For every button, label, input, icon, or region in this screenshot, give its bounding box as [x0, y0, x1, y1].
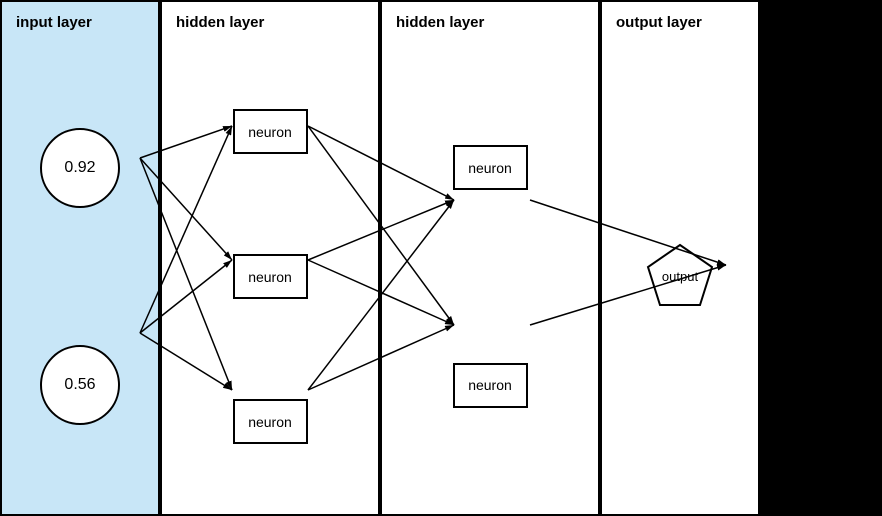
hidden-1-neuron-2: neuron	[233, 254, 308, 299]
input-layer-title: input layer	[2, 2, 100, 39]
hidden-1-nodes: neuron neuron neuron	[162, 39, 378, 514]
input-nodes: 0.92 0.56	[2, 39, 158, 514]
output-label: output	[662, 269, 698, 284]
hidden-layer-1-title: hidden layer	[162, 2, 272, 39]
hidden-layer-2-title: hidden layer	[382, 2, 492, 39]
hidden-layer-2: hidden layer neuron neuron	[380, 0, 600, 516]
hidden-2-neuron-2: neuron	[453, 363, 528, 408]
hidden-layer-1: hidden layer neuron neuron neuron	[160, 0, 380, 516]
neural-network-diagram: input layer 0.92 0.56 hidden layer neuro…	[0, 0, 882, 516]
output-node: output	[640, 237, 720, 317]
hidden-1-neuron-3: neuron	[233, 399, 308, 444]
input-node-1: 0.92	[40, 128, 120, 208]
input-layer: input layer 0.92 0.56	[0, 0, 160, 516]
output-layer: output layer output	[600, 0, 760, 516]
hidden-1-neuron-1: neuron	[233, 109, 308, 154]
hidden-2-nodes: neuron neuron	[382, 39, 598, 514]
input-node-2: 0.56	[40, 345, 120, 425]
output-layer-title: output layer	[602, 2, 710, 39]
output-nodes: output	[602, 39, 758, 514]
hidden-2-neuron-1: neuron	[453, 145, 528, 190]
